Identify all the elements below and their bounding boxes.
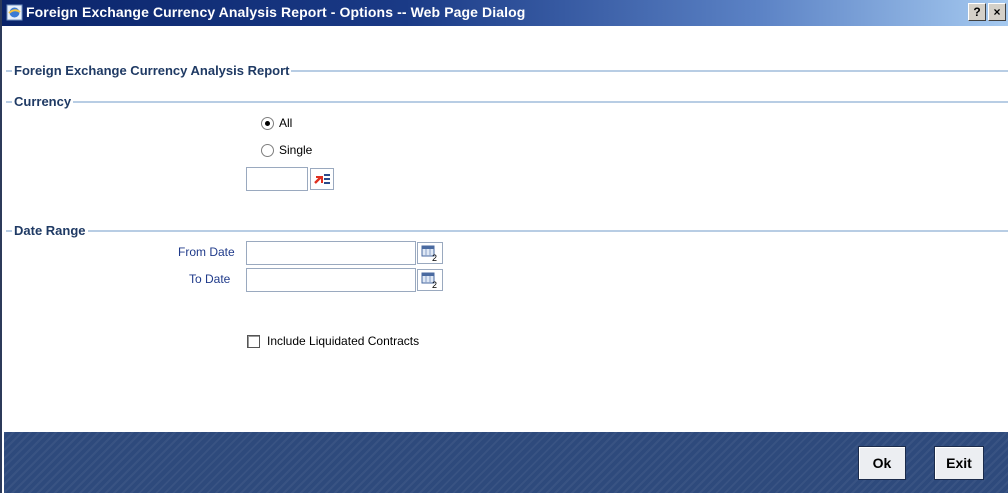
to-date-calendar-button[interactable]: 2 — [417, 269, 443, 291]
date-range-section-divider — [6, 230, 1008, 232]
svg-text:2: 2 — [432, 280, 437, 290]
radio-selected-dot — [265, 121, 270, 126]
from-date-calendar-button[interactable]: 2 — [417, 242, 443, 264]
currency-all-label: All — [279, 116, 293, 130]
ie-page-icon — [6, 4, 23, 21]
date-range-section-title: Date Range — [12, 223, 88, 238]
from-date-input[interactable] — [246, 241, 416, 265]
from-date-label: From Date — [178, 245, 235, 259]
currency-single-label: Single — [279, 143, 313, 157]
calendar-icon: 2 — [421, 245, 437, 263]
close-button[interactable]: × — [988, 3, 1006, 21]
include-liquidated-label: Include Liquidated Contracts — [267, 334, 420, 348]
to-date-label: To Date — [189, 272, 231, 286]
footer-bar: Ok Exit — [4, 432, 1008, 493]
list-of-values-icon — [314, 174, 330, 184]
calendar-icon: 2 — [421, 272, 437, 290]
currency-all-radio[interactable] — [261, 117, 274, 130]
title-bar: Foreign Exchange Currency Analysis Repor… — [2, 0, 1008, 26]
include-liquidated-checkbox[interactable] — [247, 335, 260, 348]
window-title: Foreign Exchange Currency Analysis Repor… — [26, 4, 526, 20]
currency-lov-button[interactable] — [310, 168, 334, 190]
report-section-title: Foreign Exchange Currency Analysis Repor… — [12, 63, 292, 78]
help-button[interactable]: ? — [968, 3, 986, 21]
exit-button[interactable]: Exit — [934, 446, 984, 480]
currency-section-title: Currency — [12, 94, 74, 109]
currency-single-radio[interactable] — [261, 144, 274, 157]
to-date-input[interactable] — [246, 268, 416, 292]
currency-input[interactable] — [246, 167, 308, 191]
dialog-window: Foreign Exchange Currency Analysis Repor… — [0, 0, 1008, 493]
svg-text:2: 2 — [432, 253, 437, 263]
ok-button[interactable]: Ok — [858, 446, 906, 480]
currency-section-divider — [6, 101, 1008, 103]
